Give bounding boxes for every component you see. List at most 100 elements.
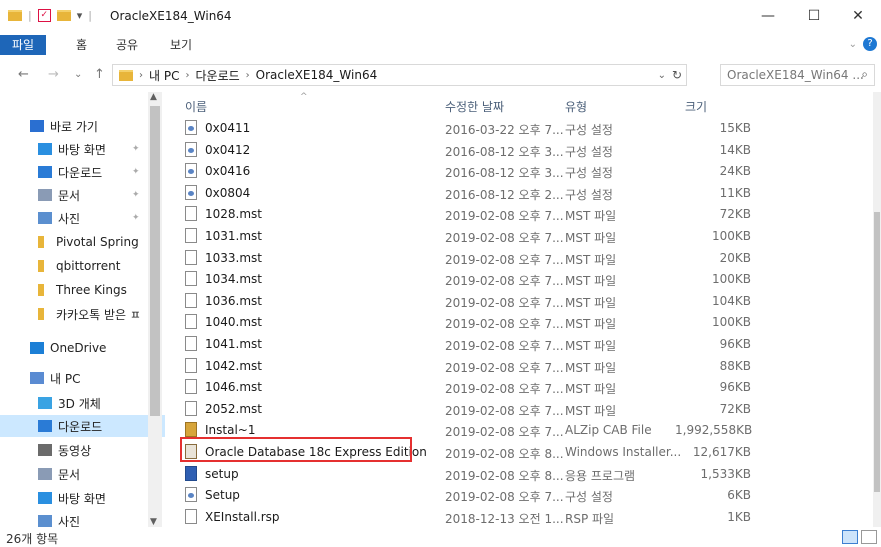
pc-icon	[30, 372, 44, 384]
search-input[interactable]: OracleXE184_Win64 ... ⌕	[720, 64, 875, 86]
breadcrumb-downloads[interactable]: 다운로드	[195, 67, 239, 84]
file-date: 2019-02-08 오후 7...	[445, 317, 564, 332]
refresh-icon[interactable]: ↻	[672, 68, 682, 82]
file-row[interactable]: 1041.mst 2019-02-08 오후 7... MST 파일 96KB	[175, 333, 855, 355]
sidebar-item[interactable]: 바로 가기	[0, 115, 98, 137]
file-date: 2019-02-08 오후 7...	[445, 295, 564, 310]
minimize-button[interactable]: —	[745, 0, 791, 32]
breadcrumb-current-folder[interactable]: OracleXE184_Win64	[256, 68, 378, 82]
file-list-scrollbar[interactable]	[873, 92, 881, 527]
sidebar-item[interactable]: 문서 ✦	[0, 184, 140, 206]
address-dropdown-icon[interactable]: ⌄	[658, 70, 666, 81]
file-row[interactable]: 1031.mst 2019-02-08 오후 7... MST 파일 100KB	[175, 225, 855, 247]
sidebar-item[interactable]: Pivotal Spring	[0, 231, 139, 253]
sidebar-item[interactable]: 바탕 화면	[0, 487, 106, 509]
file-type: ALZip CAB File	[565, 423, 652, 438]
sidebar-item[interactable]: 사진 ✦	[0, 207, 140, 229]
properties-icon[interactable]: ✓	[37, 9, 51, 22]
sort-ascending-icon: ^	[300, 92, 308, 102]
sidebar-item[interactable]: 사진	[0, 510, 80, 527]
file-size: 88KB	[719, 358, 751, 373]
sidebar-item-label: 사진	[58, 514, 81, 528]
file-type: MST 파일	[565, 360, 617, 375]
pin-icon[interactable]: ✦	[132, 213, 140, 223]
file-list-scroll-thumb[interactable]	[874, 212, 880, 492]
sidebar-item[interactable]: 다운로드 ✦	[0, 161, 140, 183]
file-name: XEInstall.rsp	[205, 509, 280, 524]
search-icon[interactable]: ⌕	[861, 67, 868, 82]
tab-file[interactable]: 파일	[0, 35, 47, 55]
column-header-date[interactable]: 수정한 날짜	[445, 98, 504, 115]
sidebar-item[interactable]: 다운로드	[0, 415, 165, 437]
file-row[interactable]: 0x0804 2016-08-12 오후 2... 구성 설정 11KB	[175, 182, 855, 204]
file-row[interactable]: setup 2019-02-08 오후 8... 응용 프로그램 1,533KB	[175, 463, 855, 485]
quick-access-toolbar: | ✓ ▾ |	[8, 9, 92, 22]
sidebar-item[interactable]: qbittorrent	[0, 255, 120, 277]
address-bar[interactable]: › 내 PC › 다운로드 › OracleXE184_Win64 ⌄ ↻	[112, 64, 687, 86]
file-file-icon	[185, 249, 197, 265]
file-name: 1033.mst	[205, 250, 262, 265]
large-icons-view-icon[interactable]	[861, 530, 877, 544]
sidebar-item-label: 카카오톡 받은 ㅍ	[56, 307, 141, 322]
column-header-size[interactable]: 크기	[685, 98, 707, 115]
file-type: MST 파일	[565, 274, 617, 289]
sidebar-item[interactable]: 동영상	[0, 439, 91, 461]
new-folder-icon[interactable]	[56, 10, 71, 21]
ribbon-expand-icon[interactable]: ⌄	[849, 39, 857, 50]
folder-icon	[119, 69, 133, 81]
file-row[interactable]: 1042.mst 2019-02-08 오후 7... MST 파일 88KB	[175, 355, 855, 377]
cube-icon	[38, 397, 52, 409]
nav-scrollbar[interactable]: ▲ ▼	[148, 92, 162, 527]
tab-share[interactable]: 공유	[116, 35, 138, 55]
file-name: 0x0416	[205, 164, 251, 179]
file-row[interactable]: 0x0416 2016-08-12 오후 3... 구성 설정 24KB	[175, 160, 855, 182]
sidebar-item[interactable]: OneDrive	[0, 337, 106, 359]
toolbar-separator: |	[88, 9, 92, 22]
pin-icon[interactable]: ✦	[132, 190, 140, 200]
file-date: 2019-02-08 오후 7...	[445, 382, 564, 397]
file-type: MST 파일	[565, 295, 617, 310]
cab-file-icon	[185, 422, 197, 438]
up-button[interactable]: ↑	[94, 67, 105, 82]
sidebar-item-label: 동영상	[58, 443, 92, 458]
file-row[interactable]: 1046.mst 2019-02-08 오후 7... MST 파일 96KB	[175, 376, 855, 398]
file-size: 96KB	[719, 380, 751, 395]
help-icon[interactable]: ?	[863, 37, 877, 51]
file-row[interactable]: 1040.mst 2019-02-08 오후 7... MST 파일 100KB	[175, 311, 855, 333]
sidebar-item[interactable]: 내 PC	[0, 367, 80, 389]
pin-icon[interactable]: ✦	[132, 167, 140, 177]
file-row[interactable]: 1028.mst 2019-02-08 오후 7... MST 파일 72KB	[175, 203, 855, 225]
column-header-name[interactable]: 이름	[185, 98, 207, 115]
file-row[interactable]: 0x0412 2016-08-12 오후 3... 구성 설정 14KB	[175, 139, 855, 161]
sidebar-item[interactable]: Three Kings	[0, 279, 127, 301]
sidebar-item[interactable]: 카카오톡 받은 ㅍ	[0, 303, 141, 325]
customize-toolbar-caret-icon[interactable]: ▾	[77, 9, 83, 22]
scroll-up-icon[interactable]: ▲	[150, 92, 157, 102]
file-row[interactable]: 1036.mst 2019-02-08 오후 7... MST 파일 104KB	[175, 290, 855, 312]
scroll-down-icon[interactable]: ▼	[150, 517, 157, 527]
close-button[interactable]: ✕	[835, 0, 881, 32]
breadcrumb-this-pc[interactable]: 내 PC	[149, 67, 179, 84]
forward-button[interactable]: →	[48, 67, 59, 82]
sidebar-item[interactable]: 문서	[0, 463, 80, 485]
file-row[interactable]: 1033.mst 2019-02-08 오후 7... MST 파일 20KB	[175, 247, 855, 269]
file-row[interactable]: 0x0411 2016-03-22 오후 7... 구성 설정 15KB	[175, 117, 855, 139]
tab-view[interactable]: 보기	[170, 35, 192, 55]
maximize-button[interactable]: ☐	[791, 0, 837, 32]
details-view-icon[interactable]	[842, 530, 858, 544]
file-row[interactable]: 1034.mst 2019-02-08 오후 7... MST 파일 100KB	[175, 268, 855, 290]
highlight-box	[180, 437, 412, 462]
recent-locations-icon[interactable]: ⌄	[74, 69, 82, 80]
column-header-type[interactable]: 유형	[565, 98, 587, 115]
file-date: 2019-02-08 오후 7...	[445, 360, 564, 375]
file-size: 14KB	[719, 142, 751, 157]
tab-home[interactable]: 홈	[76, 35, 87, 55]
file-row[interactable]: XEInstall.rsp 2018-12-13 오전 1... RSP 파일 1KB	[175, 506, 855, 528]
nav-scroll-thumb[interactable]	[150, 106, 160, 416]
pin-icon[interactable]: ✦	[132, 144, 140, 154]
sidebar-item[interactable]: 바탕 화면 ✦	[0, 138, 140, 160]
file-row[interactable]: Setup 2019-02-08 오후 7... 구성 설정 6KB	[175, 484, 855, 506]
sidebar-item[interactable]: 3D 개체	[0, 392, 101, 414]
back-button[interactable]: ←	[18, 67, 29, 82]
file-row[interactable]: 2052.mst 2019-02-08 오후 7... MST 파일 72KB	[175, 398, 855, 420]
